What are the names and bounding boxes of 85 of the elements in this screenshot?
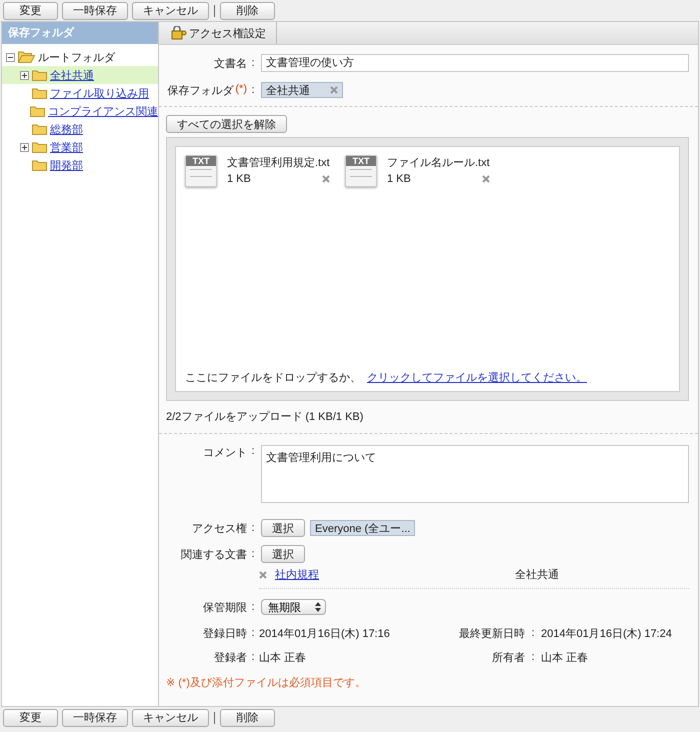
colon: : — [530, 627, 536, 639]
remove-icon[interactable] — [482, 175, 490, 183]
clear-selection-button[interactable]: すべての選択を解除 — [166, 115, 287, 133]
tree-item[interactable]: 全社共通 — [2, 66, 158, 84]
tree-item[interactable]: ファイル取り込み用 — [2, 84, 158, 102]
select-file-link[interactable]: クリックしてファイルを選択してください。 — [367, 370, 587, 385]
folder-label: ルートフォルダ — [38, 50, 115, 64]
field-label: 最終更新日時 — [458, 626, 525, 640]
select-button[interactable]: 選択 — [261, 545, 305, 563]
colon: : — [250, 601, 256, 613]
toolbar-button[interactable]: 変更 — [3, 708, 58, 726]
file-name: 文書管理利用規定.txt — [227, 156, 330, 170]
tree-item[interactable]: 総務部 — [2, 120, 158, 138]
tree-item[interactable]: 開発部 — [2, 156, 158, 174]
field-label: 保管期限 — [202, 600, 247, 614]
field-label: 登録者 — [213, 650, 247, 664]
file-name: ファイル名ルール.txt — [387, 156, 490, 170]
collapse-icon[interactable] — [6, 52, 15, 62]
field-label: 文書名 — [213, 56, 247, 70]
drop-hint: ここにファイルをドロップするか、 — [185, 370, 361, 385]
remove-icon[interactable] — [322, 175, 330, 183]
toolbar-button[interactable]: 変更 — [3, 2, 58, 20]
field-label: 関連する文書 — [180, 548, 247, 562]
folder-name: 全社共通 — [515, 568, 560, 582]
folder-icon — [32, 141, 47, 153]
file-size: 1 KB — [387, 173, 411, 185]
colon: : — [250, 57, 256, 69]
field-value: 2014年01月16日(木) 17:16 — [259, 626, 391, 640]
folder-label: ファイル取り込み用 — [50, 86, 149, 100]
folder-icon — [30, 105, 45, 117]
open-folder-icon — [18, 51, 35, 63]
document-link[interactable]: 社内規程 — [275, 567, 515, 582]
folder-icon — [32, 159, 47, 171]
field-label: コメント — [202, 446, 247, 460]
spinner-icon — [315, 602, 321, 612]
toolbar-button[interactable]: 一時保存 — [62, 2, 128, 20]
expand-icon[interactable] — [20, 70, 29, 80]
colon: : — [250, 84, 256, 96]
sidebar-title: 保存フォルダ — [2, 22, 158, 44]
tree-item[interactable]: コンプライアンス関連 — [2, 102, 158, 120]
field-value: 2014年01月16日(木) 17:24 — [541, 626, 673, 640]
text-file-icon: TXT — [185, 155, 217, 187]
folder-label: 全社共通 — [50, 68, 94, 82]
remove-icon[interactable] — [330, 86, 338, 94]
field-value: 山本 正春 — [541, 650, 590, 664]
folder-label: コンプライアンス関連 — [48, 104, 158, 118]
upload-status: 2/2ファイルをアップロード (1 KB/1 KB) — [166, 410, 364, 424]
lock-icon — [171, 26, 187, 40]
colon: : — [250, 651, 256, 663]
remove-icon[interactable] — [259, 570, 267, 578]
comment-field[interactable]: 文書管理利用について — [261, 445, 689, 503]
colon: : — [250, 627, 256, 639]
file-size: 1 KB — [227, 173, 251, 185]
toolbar-button[interactable]: 削除 — [220, 708, 275, 726]
field-value: 山本 正春 — [259, 650, 308, 664]
folder-label: 営業部 — [50, 140, 83, 154]
document-name-field[interactable]: 文書管理の使い方 — [261, 54, 689, 72]
colon: : — [250, 522, 256, 534]
toolbar-button[interactable]: キャンセル — [132, 708, 209, 726]
colon: : — [250, 548, 256, 560]
toolbar-button[interactable]: 削除 — [220, 2, 275, 20]
retention-select[interactable]: 無期限 — [261, 599, 326, 615]
folder-icon — [32, 69, 47, 81]
tree-item[interactable]: ルートフォルダ — [2, 48, 158, 66]
text-file-icon: TXT — [345, 155, 377, 187]
folder-icon — [32, 123, 47, 135]
field-label: 登録日時 — [202, 626, 247, 640]
colon: : — [530, 651, 536, 663]
required-note: ※ (*)及び添付ファイルは必須項目です。 — [166, 676, 367, 690]
toolbar-button[interactable]: キャンセル — [132, 2, 209, 20]
field-label: アクセス権 — [191, 522, 247, 536]
chip-label: 全社共通 — [266, 84, 310, 98]
colon: : — [250, 445, 256, 457]
folder-label: 総務部 — [50, 122, 83, 136]
field-label: 保存フォルダ — [167, 84, 234, 98]
access-chip: Everyone (全ユー... — [310, 520, 416, 536]
select-button[interactable]: 選択 — [261, 519, 305, 537]
folder-label: 開発部 — [50, 158, 83, 172]
required-mark: (*) — [235, 82, 247, 96]
folder-icon — [32, 87, 47, 99]
field-label: 所有者 — [491, 650, 525, 664]
tree-item[interactable]: 営業部 — [2, 138, 158, 156]
toolbar-button[interactable]: 一時保存 — [62, 708, 128, 726]
drop-zone[interactable]: TXT 文書管理利用規定.txt 1 KB TXT ファイル名ルール.txt 1 KB ここにファイルをドロップするか、 クリックしてファイルを選択してください。 — [175, 146, 680, 392]
expand-icon[interactable] — [20, 142, 29, 152]
